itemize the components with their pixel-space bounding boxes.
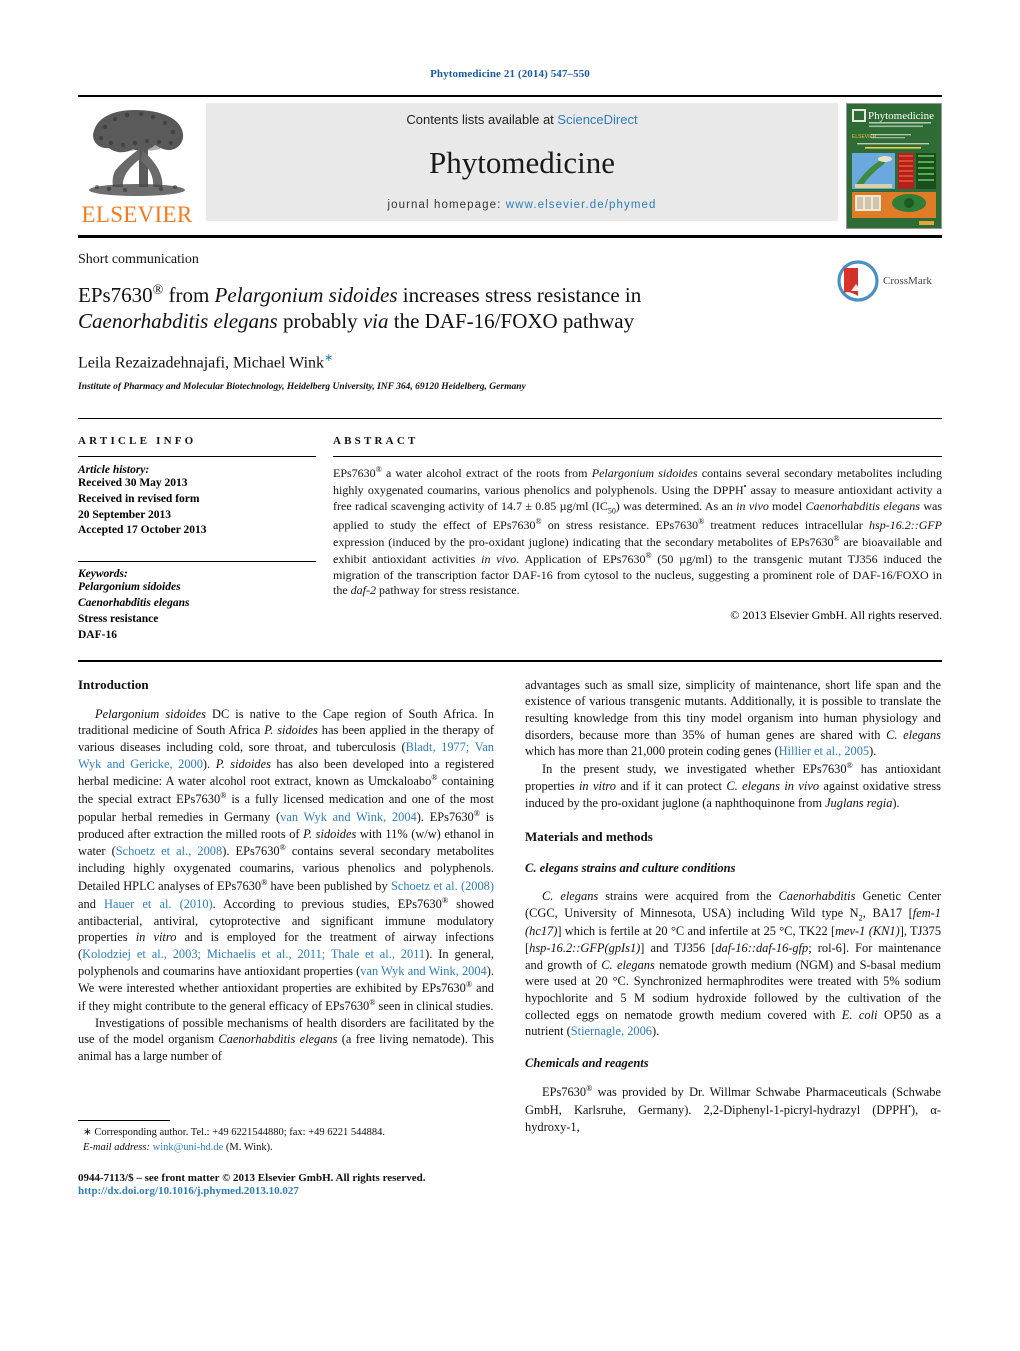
- elsevier-tree-icon: [89, 110, 185, 196]
- journal-homepage-link[interactable]: www.elsevier.de/phymed: [506, 199, 657, 211]
- strains-paragraph: C. elegans strains were acquired from th…: [525, 889, 942, 1039]
- title-via: via: [362, 309, 389, 334]
- crossmark-label: CrossMark: [883, 275, 932, 287]
- history-item: Accepted 17 October 2013: [78, 524, 207, 537]
- corresponding-author-note: ∗ Corresponding author. Tel.: +49 622154…: [83, 1126, 386, 1138]
- section-heading-materials: Materials and methods: [525, 829, 653, 845]
- title-part-3: increases stress resistance in: [397, 283, 642, 307]
- keywords-rule: [78, 561, 316, 563]
- keywords-label: Keywords:: [78, 568, 128, 581]
- footnote-block: ∗ Corresponding author. Tel.: +49 622154…: [78, 1119, 494, 1197]
- corresponding-author-marker: ∗: [324, 351, 334, 364]
- abstract-bottom-rule: [78, 659, 942, 662]
- keyword-item: Stress resistance: [78, 612, 159, 625]
- info-abstract-row: ARTICLE INFO Article history: Received 3…: [78, 417, 942, 644]
- title-part-2: from: [163, 283, 215, 307]
- section-heading-introduction: Introduction: [78, 676, 149, 692]
- title-species-2: Caenorhabditis elegans: [78, 309, 278, 334]
- intro-paragraph-2: Investigations of possible mechanisms of…: [78, 1015, 494, 1064]
- title-species-1: Pelargonium sidoides: [214, 283, 398, 307]
- email-label: E-mail address:: [83, 1141, 150, 1153]
- article-page: Phytomedicine 21 (2014) 547–550 ELSEVIER…: [0, 0, 1020, 1351]
- elsevier-logo: ELSEVIER: [78, 103, 196, 226]
- elsevier-wordmark: ELSEVIER: [81, 202, 193, 227]
- page-title: EPs7630® from Pelargonium sidoides incre…: [78, 281, 832, 335]
- keyword-item: Caenorhabditis elegans: [78, 597, 190, 610]
- svg-text:Phytomedicine: Phytomedicine: [868, 110, 934, 122]
- email-suffix: (M. Wink).: [225, 1141, 273, 1153]
- masthead-bottom-rule: [78, 235, 942, 238]
- intro-paragraph-1: Pelargonium sidoides DC is native to the…: [78, 706, 495, 1014]
- authors-names: Leila Rezaizadehnajafi, Michael Wink: [78, 353, 325, 371]
- intro-paragraph-3: In the present study, we investigated wh…: [525, 761, 941, 810]
- journal-cover-thumbnail: Phytomedicine ELSEVIER: [846, 103, 942, 229]
- history-item: Received in revised form: [78, 492, 200, 505]
- chemicals-paragraph: EPs7630® was provided by Dr. Willmar Sch…: [525, 1084, 941, 1134]
- subsection-heading-strains: C. elegans strains and culture condition…: [525, 861, 736, 876]
- title-block: Short communication CrossMark EPs7630® f…: [78, 252, 942, 392]
- journal-homepage-line: journal homepage: www.elsevier.de/phymed: [206, 199, 838, 211]
- crossmark-icon: [837, 260, 879, 302]
- abstract-text: EPs7630® a water alcohol extract of the …: [333, 464, 943, 598]
- crossmark-badge[interactable]: CrossMark: [837, 258, 942, 304]
- keyword-item: Pelargonium sidoides: [78, 581, 181, 594]
- title-part-4: probably: [277, 309, 363, 334]
- author-list: Leila Rezaizadehnajafi, Michael Wink∗: [78, 351, 832, 372]
- issn-line: 0944-7113/$ – see front matter © 2013 El…: [78, 1171, 426, 1184]
- homepage-prefix: journal homepage:: [387, 199, 506, 211]
- journal-masthead: ELSEVIER Contents lists available at Sci…: [78, 95, 942, 231]
- cover-art-icon: Phytomedicine ELSEVIER: [847, 104, 941, 228]
- email-note: E-mail address: wink@uni-hd.de (M. Wink)…: [78, 1141, 494, 1156]
- keyword-item: DAF-16: [78, 628, 117, 641]
- contents-line: Contents lists available at ScienceDirec…: [206, 112, 838, 127]
- doi-link[interactable]: http://dx.doi.org/10.1016/j.phymed.2013.…: [78, 1185, 494, 1197]
- keywords-box: Keywords: Pelargonium sidoides Caenorhab…: [78, 561, 316, 643]
- footnote-rule: [78, 1119, 170, 1121]
- article-category: Short communication: [78, 252, 199, 267]
- title-part-1: EPs7630: [78, 283, 153, 307]
- journal-title: Phytomedicine: [429, 144, 615, 180]
- registered-mark: ®: [152, 282, 164, 297]
- abstract-copyright: © 2013 Elsevier GmbH. All rights reserve…: [730, 608, 942, 623]
- article-info-rule: [78, 455, 316, 457]
- abstract-heading: ABSTRACT: [333, 434, 419, 447]
- affiliation: Institute of Pharmacy and Molecular Biot…: [78, 381, 526, 392]
- left-column: Introduction Pelargonium sidoides DC is …: [78, 677, 494, 1197]
- sciencedirect-link[interactable]: ScienceDirect: [557, 112, 637, 127]
- sciencedirect-banner: Contents lists available at ScienceDirec…: [206, 103, 838, 221]
- article-info-column: ARTICLE INFO Article history: Received 3…: [78, 435, 326, 644]
- subsection-heading-chemicals: Chemicals and reagents: [525, 1056, 649, 1071]
- contents-prefix: Contents lists available at: [406, 112, 558, 127]
- history-item: 20 September 2013: [78, 508, 172, 521]
- email-link[interactable]: wink@uni-hd.de: [153, 1142, 224, 1153]
- history-item: Received 30 May 2013: [78, 476, 188, 489]
- right-column: advantages such as small size, simplicit…: [525, 677, 941, 1197]
- title-part-5: the DAF-16/FOXO pathway: [388, 309, 635, 334]
- article-history-label: Article history:: [78, 463, 150, 476]
- running-head: Phytomedicine 21 (2014) 547–550: [430, 68, 590, 80]
- abstract-rule: [333, 455, 942, 457]
- abstract-column: ABSTRACT EPs7630® a water alcohol extrac…: [326, 435, 942, 644]
- body-columns: Introduction Pelargonium sidoides DC is …: [78, 677, 942, 1197]
- intro-paragraph-2-continued: advantages such as small size, simplicit…: [525, 677, 942, 759]
- article-info-heading: ARTICLE INFO: [78, 434, 197, 447]
